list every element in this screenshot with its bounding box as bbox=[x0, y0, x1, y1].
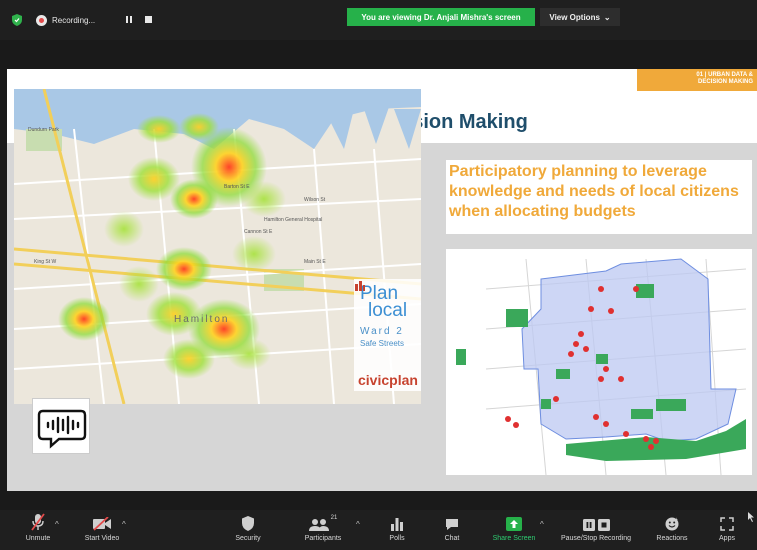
stop-icon bbox=[597, 519, 610, 531]
live-transcript-button[interactable] bbox=[32, 398, 90, 454]
share-screen-icon bbox=[506, 517, 522, 531]
chevron-down-icon: ⌄ bbox=[603, 12, 611, 22]
ward-boundary-map-graphic bbox=[456, 258, 747, 475]
slide-text-panel: Participatory planning to leverage knowl… bbox=[446, 160, 752, 234]
recording-icon bbox=[36, 14, 47, 26]
section-tag-line1: 01 | URBAN DATA & bbox=[696, 72, 753, 78]
stop-recording-icon[interactable] bbox=[145, 16, 152, 23]
svg-text:+: + bbox=[675, 517, 678, 523]
logo-ward-text: Ward 2 bbox=[360, 326, 404, 337]
participants-label: Participants bbox=[304, 535, 342, 542]
logo-civicplan-text: civicplan bbox=[358, 372, 418, 388]
participants-button[interactable]: 21 Participants bbox=[298, 513, 348, 549]
smiley-icon: + bbox=[665, 517, 679, 531]
participants-icon bbox=[308, 519, 329, 531]
unmute-button[interactable]: Unmute bbox=[18, 513, 58, 549]
map-label: King St W bbox=[34, 259, 57, 265]
audio-options-chevron-icon[interactable]: ^ bbox=[55, 520, 59, 529]
map-label: Cannon St E bbox=[244, 229, 273, 235]
start-video-button[interactable]: Start Video bbox=[78, 513, 126, 549]
view-options-button[interactable]: View Options ⌄ bbox=[540, 8, 620, 26]
logo-safe-streets-text: Safe Streets bbox=[360, 339, 405, 348]
meeting-toolbar: Unmute ^ Start Video ^ Security 21 Parti… bbox=[0, 510, 757, 550]
map-label: Hamilton General Hospital bbox=[264, 217, 323, 223]
security-button[interactable]: Security bbox=[228, 513, 268, 549]
security-label: Security bbox=[235, 535, 261, 542]
chat-bubble-icon bbox=[446, 519, 458, 530]
chat-button[interactable]: Chat bbox=[437, 513, 467, 549]
reactions-button[interactable]: + Reactions bbox=[652, 513, 692, 549]
pause-icon bbox=[582, 519, 595, 531]
participant-count: 21 bbox=[330, 515, 338, 521]
top-bar: Recording... You are viewing Dr. Anjali … bbox=[0, 0, 757, 40]
apps-button[interactable]: Apps bbox=[712, 513, 742, 549]
map-label: Hamilton bbox=[174, 314, 230, 325]
microphone-muted-icon bbox=[31, 513, 45, 531]
civicplan-building-icon bbox=[355, 281, 365, 291]
ward-map-image bbox=[446, 249, 752, 475]
shield-icon bbox=[242, 516, 254, 531]
share-options-chevron-icon[interactable]: ^ bbox=[540, 520, 544, 529]
pause-stop-recording-label: Pause/Stop Recording bbox=[560, 535, 632, 542]
video-camera-off-icon bbox=[93, 517, 111, 531]
bar-chart-icon bbox=[391, 518, 403, 531]
share-screen-label: Share Screen bbox=[492, 535, 536, 542]
start-video-label: Start Video bbox=[84, 535, 120, 542]
chat-label: Chat bbox=[444, 535, 460, 542]
audio-transcript-icon bbox=[37, 409, 87, 449]
apps-icon bbox=[720, 517, 734, 531]
recording-label: Recording... bbox=[52, 15, 96, 25]
apps-label: Apps bbox=[719, 535, 735, 542]
map-label: Wilson St bbox=[304, 197, 326, 203]
participatory-planning-text: Participatory planning to leverage knowl… bbox=[449, 163, 739, 220]
polls-button[interactable]: Polls bbox=[382, 513, 412, 549]
video-options-chevron-icon[interactable]: ^ bbox=[122, 520, 126, 529]
polls-label: Polls bbox=[389, 535, 405, 542]
map-label: Barton St E bbox=[224, 184, 250, 190]
pause-stop-recording-button[interactable]: Pause/Stop Recording bbox=[553, 513, 639, 549]
heat-map-image: Dundurn Park Hamilton General Hospital B… bbox=[14, 89, 421, 404]
participants-options-chevron-icon[interactable]: ^ bbox=[356, 520, 360, 529]
view-options-label: View Options bbox=[549, 12, 600, 22]
section-tag-line2: DECISION MAKING bbox=[697, 79, 753, 85]
map-label: Main St E bbox=[304, 259, 326, 265]
unmute-label: Unmute bbox=[25, 535, 51, 542]
section-tag: 01 | URBAN DATA & DECISION MAKING bbox=[637, 69, 757, 91]
mouse-cursor-icon bbox=[748, 512, 754, 522]
zoom-meeting-window: Recording... You are viewing Dr. Anjali … bbox=[0, 0, 757, 550]
recording-indicator: Recording... bbox=[36, 11, 95, 29]
viewing-screen-banner: You are viewing Dr. Anjali Mishra's scre… bbox=[347, 8, 535, 26]
share-screen-button[interactable]: Share Screen bbox=[488, 513, 540, 549]
logo-local-text: local bbox=[368, 300, 408, 321]
map-label: Dundurn Park bbox=[28, 127, 59, 133]
security-shield-icon bbox=[12, 14, 22, 26]
pause-recording-icon[interactable] bbox=[125, 16, 133, 24]
plan-local-logo: Plan local Ward 2 Safe Streets civicplan bbox=[354, 279, 421, 391]
reactions-label: Reactions bbox=[656, 535, 688, 542]
